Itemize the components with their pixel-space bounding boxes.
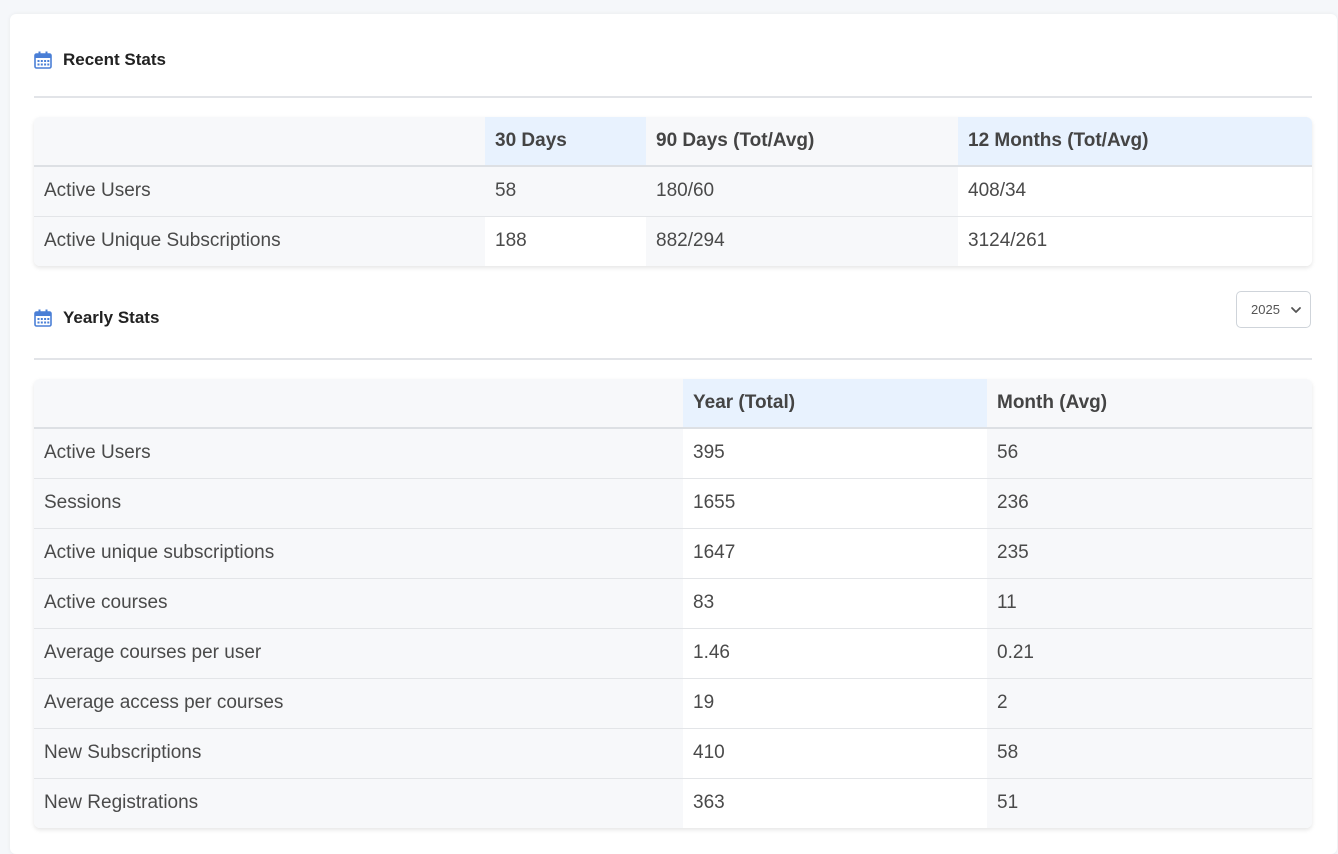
table-row: Sessions 1655 236 bbox=[34, 478, 1312, 529]
table-header-row: 30 Days 90 Days (Tot/Avg) 12 Months (Tot… bbox=[34, 117, 1312, 167]
year-select-value: 2025 bbox=[1251, 302, 1280, 317]
column-header-30-days: 30 Days bbox=[485, 117, 646, 167]
calendar-icon bbox=[34, 309, 52, 327]
recent-stats-divider bbox=[34, 96, 1312, 98]
cell-value: 395 bbox=[683, 428, 987, 479]
table-header-row: Year (Total) Month (Avg) bbox=[34, 379, 1312, 429]
cell-value: 1655 bbox=[683, 478, 987, 529]
cell-value: 408/34 bbox=[958, 166, 1312, 217]
table-row: Active unique subscriptions 1647 235 bbox=[34, 528, 1312, 579]
table-row: Active courses 83 11 bbox=[34, 578, 1312, 629]
cell-value: 188 bbox=[485, 216, 646, 266]
row-label: Sessions bbox=[34, 478, 683, 529]
table-row: Active Unique Subscriptions 188 882/294 … bbox=[34, 216, 1312, 266]
table-row: Average courses per user 1.46 0.21 bbox=[34, 628, 1312, 679]
cell-value: 1647 bbox=[683, 528, 987, 579]
table-row: Average access per courses 19 2 bbox=[34, 678, 1312, 729]
column-header-90-days: 90 Days (Tot/Avg) bbox=[646, 117, 958, 167]
yearly-stats-table: Year (Total) Month (Avg) Active Users 39… bbox=[34, 379, 1312, 828]
cell-value: 1.46 bbox=[683, 628, 987, 679]
table-row: New Subscriptions 410 58 bbox=[34, 728, 1312, 779]
row-label: Active Users bbox=[34, 166, 485, 217]
cell-value: 0.21 bbox=[987, 628, 1312, 679]
row-label: Average access per courses bbox=[34, 678, 683, 729]
row-label: New Registrations bbox=[34, 778, 683, 828]
cell-value: 410 bbox=[683, 728, 987, 779]
cell-value: 56 bbox=[987, 428, 1312, 479]
cell-value: 58 bbox=[485, 166, 646, 217]
yearly-stats-divider bbox=[34, 358, 1312, 360]
row-label: Active Unique Subscriptions bbox=[34, 216, 485, 266]
cell-value: 58 bbox=[987, 728, 1312, 779]
column-header bbox=[34, 379, 683, 429]
row-label: New Subscriptions bbox=[34, 728, 683, 779]
yearly-stats-header: Yearly Stats bbox=[34, 298, 1312, 338]
table-row: Active Users 395 56 bbox=[34, 428, 1312, 479]
chevron-down-icon bbox=[1291, 307, 1301, 313]
table-row: New Registrations 363 51 bbox=[34, 778, 1312, 828]
table-row: Active Users 58 180/60 408/34 bbox=[34, 166, 1312, 217]
cell-value: 236 bbox=[987, 478, 1312, 529]
column-header-12-months: 12 Months (Tot/Avg) bbox=[958, 117, 1312, 167]
row-label: Active Users bbox=[34, 428, 683, 479]
row-label: Average courses per user bbox=[34, 628, 683, 679]
cell-value: 235 bbox=[987, 528, 1312, 579]
stats-card: Recent Stats 30 Days 90 Days (Tot/Avg) 1… bbox=[10, 14, 1337, 854]
column-header bbox=[34, 117, 485, 167]
cell-value: 882/294 bbox=[646, 216, 958, 266]
row-label: Active unique subscriptions bbox=[34, 528, 683, 579]
calendar-icon bbox=[34, 51, 52, 69]
cell-value: 51 bbox=[987, 778, 1312, 828]
cell-value: 2 bbox=[987, 678, 1312, 729]
cell-value: 180/60 bbox=[646, 166, 958, 217]
recent-stats-table: 30 Days 90 Days (Tot/Avg) 12 Months (Tot… bbox=[34, 117, 1312, 266]
column-header-year-total: Year (Total) bbox=[683, 379, 987, 429]
cell-value: 83 bbox=[683, 578, 987, 629]
cell-value: 363 bbox=[683, 778, 987, 828]
year-select[interactable]: 2025 bbox=[1236, 291, 1311, 328]
recent-stats-header: Recent Stats bbox=[34, 40, 1312, 80]
row-label: Active courses bbox=[34, 578, 683, 629]
cell-value: 11 bbox=[987, 578, 1312, 629]
column-header-month-avg: Month (Avg) bbox=[987, 379, 1312, 429]
yearly-stats-title: Yearly Stats bbox=[63, 308, 160, 327]
cell-value: 19 bbox=[683, 678, 987, 729]
recent-stats-title: Recent Stats bbox=[63, 50, 166, 69]
cell-value: 3124/261 bbox=[958, 216, 1312, 266]
